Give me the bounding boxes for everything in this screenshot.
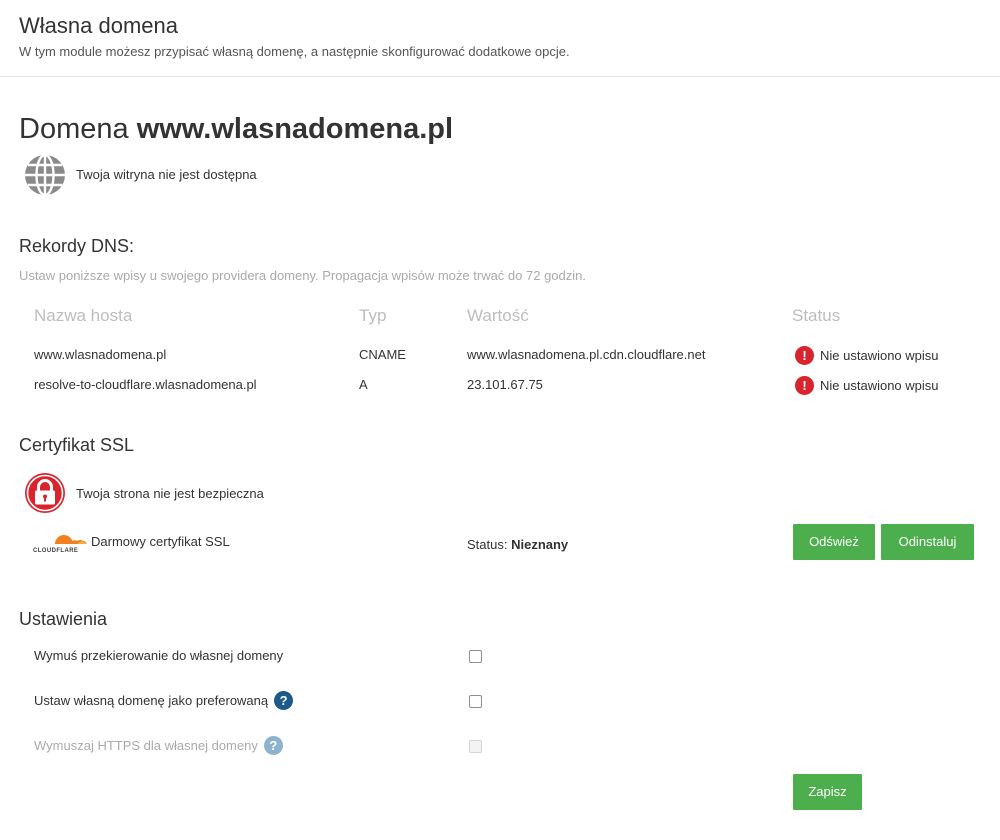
dns-host-cell: www.wlasnadomena.pl [34, 347, 167, 362]
setting-label-text: Wymuś przekierowanie do własnej domeny [34, 648, 284, 663]
ssl-status-value: Nieznany [511, 537, 569, 552]
setting-label-https: Wymuszaj HTTPS dla własnej domeny ? [34, 736, 283, 755]
help-icon[interactable]: ? [274, 691, 294, 710]
column-header-host: Nazwa hosta [34, 306, 133, 325]
dns-status-cell: ! Nie ustawiono wpisu [795, 376, 939, 395]
preferred-domain-checkbox[interactable] [469, 695, 482, 708]
page-subtitle: W tym module możesz przypisać własną dom… [19, 44, 570, 59]
cloudflare-cloud-icon [55, 535, 87, 544]
ssl-status-label: Status: [467, 537, 508, 552]
domain-heading: Domena www.wlasnadomena.pl [19, 113, 453, 146]
dns-host-cell: resolve-to-cloudflare.wlasnadomena.pl [34, 377, 257, 392]
setting-label-preferred: Ustaw własną domenę jako preferowaną ? [34, 691, 294, 710]
error-icon: ! [795, 376, 814, 395]
setting-label-text: Ustaw własną domenę jako preferowaną [34, 693, 269, 708]
settings-section-title: Ustawienia [19, 609, 108, 629]
dns-type-cell: CNAME [359, 347, 406, 362]
column-header-type: Typ [359, 306, 387, 325]
page-header: Własna domena W tym module możesz przypi… [0, 0, 1000, 77]
ssl-security-text: Twoja strona nie jest bezpieczna [76, 486, 264, 501]
uninstall-button[interactable]: Odinstaluj [881, 524, 974, 560]
column-header-value: Wartość [467, 306, 529, 325]
dns-section-title: Rekordy DNS: [19, 236, 135, 256]
page-title: Własna domena [19, 13, 178, 38]
dns-status-text: Nie ustawiono wpisu [820, 378, 939, 393]
ssl-certificate-name: Darmowy certyfikat SSL [91, 534, 230, 549]
domain-name: www.wlasnadomena.pl [136, 113, 454, 145]
lock-icon [25, 473, 65, 513]
cloudflare-wordmark: CLOUDFLARE [33, 548, 79, 554]
https-checkbox [469, 740, 482, 753]
globe-icon [25, 154, 65, 196]
refresh-button[interactable]: Odśwież [793, 524, 875, 560]
dns-status-cell: ! Nie ustawiono wpisu [795, 346, 939, 365]
dns-value-cell: www.wlasnadomena.pl.cdn.cloudflare.net [467, 347, 706, 362]
site-availability-text: Twoja witryna nie jest dostępna [76, 167, 257, 182]
setting-label-redirect: Wymuś przekierowanie do własnej domeny [34, 648, 283, 663]
domain-heading-prefix: Domena [19, 113, 129, 145]
help-icon[interactable]: ? [263, 736, 283, 755]
save-button[interactable]: Zapisz [793, 774, 862, 810]
dns-value-cell: 23.101.67.75 [467, 377, 543, 392]
dns-status-text: Nie ustawiono wpisu [820, 348, 939, 363]
dns-type-cell: A [359, 377, 368, 392]
setting-label-text: Wymuszaj HTTPS dla własnej domeny [34, 738, 258, 753]
cloudflare-logo: CLOUDFLARE [33, 530, 87, 554]
column-header-status: Status [792, 306, 841, 325]
error-icon: ! [795, 346, 814, 365]
ssl-section-title: Certyfikat SSL [19, 435, 135, 455]
redirect-checkbox[interactable] [469, 650, 482, 663]
ssl-status: Status: Nieznany [467, 537, 568, 552]
dns-description: Ustaw poniższe wpisy u swojego providera… [19, 268, 586, 283]
